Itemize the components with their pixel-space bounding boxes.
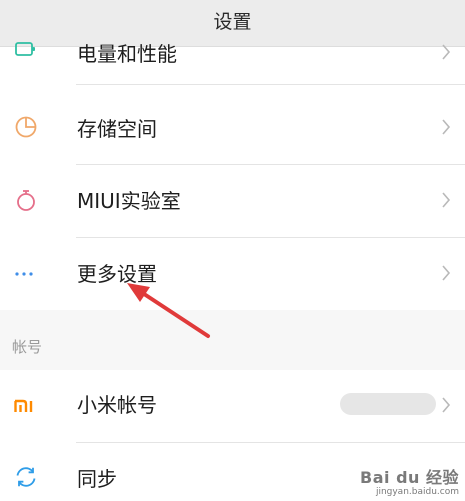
- settings-item-label: 存储空间: [77, 117, 157, 141]
- chevron-right-icon: [442, 192, 451, 208]
- row-divider: [76, 84, 465, 85]
- section-header-account: 帐号: [12, 338, 43, 356]
- sync-icon: [12, 463, 40, 491]
- mi-logo-icon: [12, 392, 40, 420]
- chevron-right-icon: [442, 44, 451, 60]
- settings-item-label: 同步: [77, 467, 117, 491]
- chevron-right-icon: [442, 119, 451, 135]
- chevron-right-icon: [442, 397, 451, 413]
- settings-item-miui-lab[interactable]: MIUI实验室: [0, 165, 465, 238]
- settings-item-label: 更多设置: [77, 262, 157, 286]
- page-title: 设置: [213, 11, 252, 33]
- pie-chart-icon: [12, 113, 40, 141]
- watermark: Bai du 经验 jingyan.baidu.com: [360, 470, 459, 497]
- settings-item-storage[interactable]: 存储空间: [0, 92, 465, 165]
- flask-icon: [12, 186, 40, 214]
- settings-item-more[interactable]: 更多设置: [0, 238, 465, 310]
- watermark-url: jingyan.baidu.com: [375, 487, 459, 497]
- chevron-right-icon: [442, 265, 451, 281]
- settings-item-label: MIUI实验室: [77, 189, 181, 213]
- more-dots-icon: [12, 260, 40, 288]
- settings-item-label: 小米帐号: [77, 393, 157, 417]
- account-id-blurred: [340, 393, 436, 415]
- settings-item-battery[interactable]: 电量和性能: [0, 32, 465, 85]
- battery-icon: [12, 37, 40, 65]
- watermark-brand: Bai du 经验: [360, 468, 459, 487]
- settings-screen: 设置 电量和性能 存储空间 MIUI实验室 更多设置 帐号 小米帐号 同步 Ba…: [0, 0, 465, 501]
- settings-item-label: 电量和性能: [77, 42, 177, 66]
- settings-group-system: 电量和性能 存储空间 MIUI实验室 更多设置: [0, 42, 465, 310]
